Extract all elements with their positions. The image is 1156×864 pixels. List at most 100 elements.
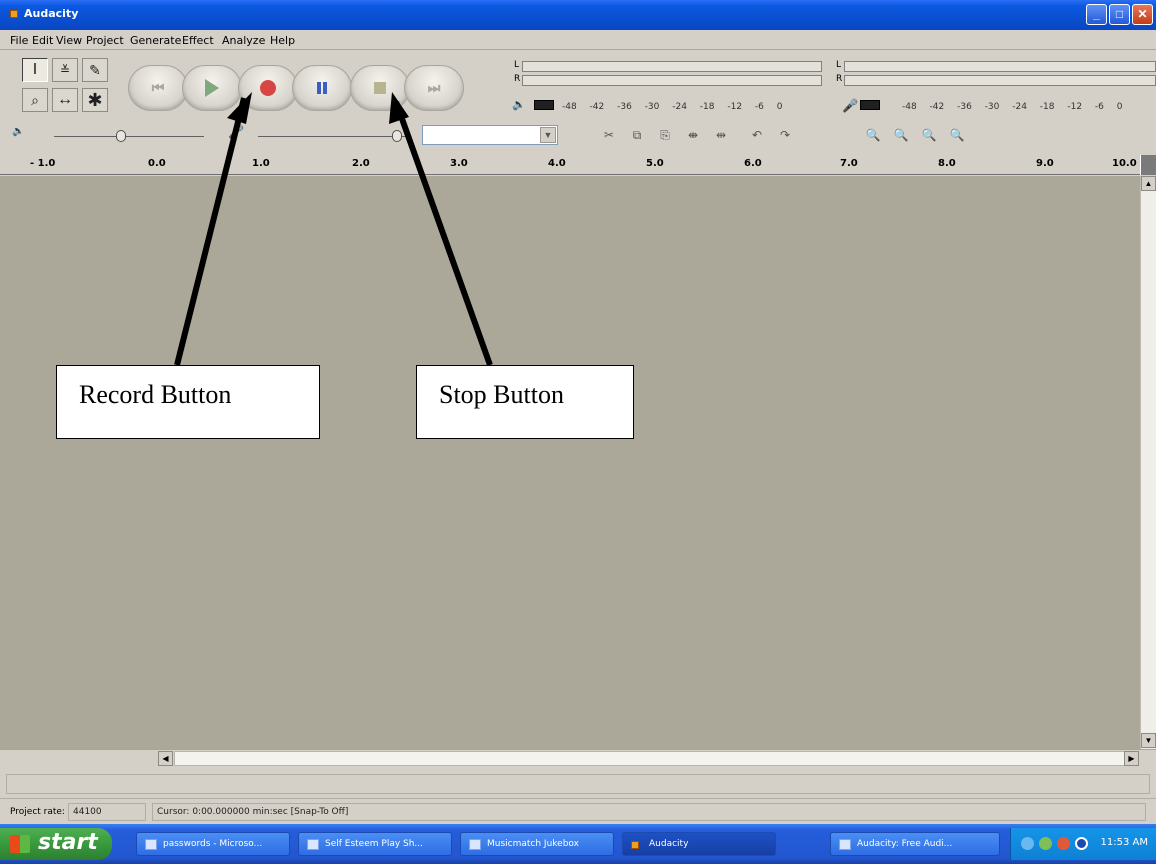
browser-icon [839, 839, 851, 850]
stop-button[interactable] [350, 65, 410, 111]
input-volume-icon: 🎤 [228, 124, 245, 139]
horizontal-scroll-track[interactable] [174, 751, 1136, 766]
tray-network-icon[interactable] [1021, 837, 1034, 850]
menu-generate[interactable]: Generate [130, 34, 181, 47]
ruler-label: 1.0 [252, 158, 270, 169]
timeshift-tool-icon[interactable]: ↔ [52, 88, 78, 112]
input-source-select[interactable]: ▼ [422, 125, 558, 145]
envelope-tool-icon[interactable]: ≚ [52, 58, 78, 82]
ruler-label: 0.0 [148, 158, 166, 169]
task-self-esteem[interactable]: Self Esteem Play Sh... [298, 832, 452, 856]
menu-analyze[interactable]: Analyze [222, 34, 265, 47]
record-button[interactable] [238, 65, 298, 111]
output-volume-slider-track [54, 136, 204, 137]
window-title: Audacity [24, 7, 79, 20]
word-doc-icon [145, 839, 157, 850]
chevron-down-icon[interactable]: ▼ [540, 127, 556, 143]
task-audacity-web[interactable]: Audacity: Free Audi... [830, 832, 1000, 856]
meter-left-bar [522, 61, 822, 72]
menu-edit[interactable]: Edit [32, 34, 53, 47]
track-area[interactable] [0, 176, 1140, 749]
menu-file[interactable]: File [10, 34, 28, 47]
task-label: Self Esteem Play Sh... [325, 839, 424, 849]
ruler-label: 4.0 [548, 158, 566, 169]
record-meter-dropdown-icon[interactable] [860, 100, 880, 110]
scroll-left-icon[interactable]: ◀ [158, 751, 173, 766]
record-icon [260, 80, 276, 96]
silence-icon[interactable]: ⇹ [710, 125, 732, 145]
menu-effect[interactable]: Effect [182, 34, 214, 47]
ruler-label: 7.0 [840, 158, 858, 169]
microphone-icon: 🎤 [842, 98, 859, 113]
task-musicmatch[interactable]: Musicmatch Jukebox [460, 832, 614, 856]
status-bar: Project rate: 44100 Cursor: 0:00.000000 … [0, 798, 1156, 824]
skip-to-end-button[interactable]: ⏭ [404, 65, 464, 111]
pause-button[interactable] [292, 65, 352, 111]
cut-icon[interactable]: ✂ [598, 125, 620, 145]
copy-icon[interactable]: ⧉ [626, 125, 648, 145]
ruler-label: 10.0 [1112, 158, 1137, 169]
project-rate-label: Project rate: [10, 807, 65, 817]
play-icon [205, 79, 219, 97]
paste-icon[interactable]: ⎘ [654, 125, 676, 145]
menu-view[interactable]: View [56, 34, 82, 47]
stop-icon [374, 82, 386, 94]
stop-button-callout: Stop Button [416, 365, 634, 439]
rec-meter-right-label: R [836, 74, 843, 84]
tray-security-icon[interactable] [1057, 837, 1070, 850]
ruler-label: 2.0 [352, 158, 370, 169]
zoom-tool-icon[interactable]: ⌕ [22, 88, 48, 112]
multi-tool-icon[interactable]: ✱ [82, 88, 108, 112]
rec-meter-right-bar [844, 75, 1156, 86]
ruler-label: - 1.0 [30, 158, 56, 169]
taskbar-clock: 11:53 AM [1100, 837, 1148, 848]
timeline-ruler[interactable]: - 1.0 0.0 1.0 2.0 3.0 4.0 5.0 6.0 7.0 8.… [0, 155, 1140, 175]
word-doc-icon [307, 839, 319, 850]
ruler-label: 6.0 [744, 158, 762, 169]
project-rate-select[interactable]: 44100 [68, 803, 146, 821]
draw-tool-icon[interactable]: ✎ [82, 58, 108, 82]
scroll-down-icon[interactable]: ▼ [1141, 733, 1156, 748]
input-volume-slider[interactable] [392, 130, 402, 142]
scroll-right-icon[interactable]: ▶ [1124, 751, 1139, 766]
record-callout-text: Record Button [79, 380, 232, 409]
audacity-app-icon [10, 10, 18, 18]
menu-help[interactable]: Help [270, 34, 295, 47]
trim-icon[interactable]: ⇼ [682, 125, 704, 145]
title-bar: Audacity _ □ ✕ [0, 0, 1156, 30]
playback-meter-dropdown-icon[interactable] [534, 100, 554, 110]
play-button[interactable] [182, 65, 242, 111]
playback-meter[interactable]: L R 🔈 -48 -42 -36 -30 -24 -18 -12 -6 0 [506, 56, 826, 118]
horizontal-scrollbar[interactable]: ◀ ▶ [0, 749, 1156, 767]
zoom-in-icon[interactable]: 🔍 [862, 125, 884, 145]
ruler-label: 9.0 [1036, 158, 1054, 169]
pause-icon [317, 82, 327, 94]
scroll-up-icon[interactable]: ▲ [1141, 176, 1156, 191]
fit-selection-icon[interactable]: 🔍 [918, 125, 940, 145]
task-passwords[interactable]: passwords - Microso... [136, 832, 290, 856]
tray-app-icon[interactable] [1039, 837, 1052, 850]
zoom-out-icon[interactable]: 🔍 [890, 125, 912, 145]
maximize-button[interactable]: □ [1109, 4, 1130, 25]
output-volume-slider[interactable] [116, 130, 126, 142]
start-button[interactable]: start [0, 828, 112, 860]
windows-logo-icon [10, 835, 30, 853]
rec-meter-left-bar [844, 61, 1156, 72]
skip-to-start-button[interactable]: ⏮ [128, 65, 188, 111]
vertical-scrollbar[interactable]: ▲ ▼ [1140, 176, 1156, 749]
undo-icon[interactable]: ↶ [746, 125, 768, 145]
selection-tool-icon[interactable]: I [22, 58, 48, 82]
menu-project[interactable]: Project [86, 34, 124, 47]
fit-project-icon[interactable]: 🔍 [946, 125, 968, 145]
redo-icon[interactable]: ↷ [774, 125, 796, 145]
musicmatch-icon [469, 839, 481, 850]
meter-right-label: R [514, 74, 521, 84]
record-meter[interactable]: L R 🎤 -48 -42 -36 -30 -24 -18 -12 -6 0 [836, 56, 1156, 118]
tray-media-icon[interactable] [1075, 837, 1088, 850]
task-audacity[interactable]: Audacity [622, 832, 776, 856]
minimize-button[interactable]: _ [1086, 4, 1107, 25]
close-button[interactable]: ✕ [1132, 4, 1153, 25]
ruler-label: 3.0 [450, 158, 468, 169]
audacity-icon [631, 841, 639, 849]
input-volume-slider-track [258, 136, 408, 137]
